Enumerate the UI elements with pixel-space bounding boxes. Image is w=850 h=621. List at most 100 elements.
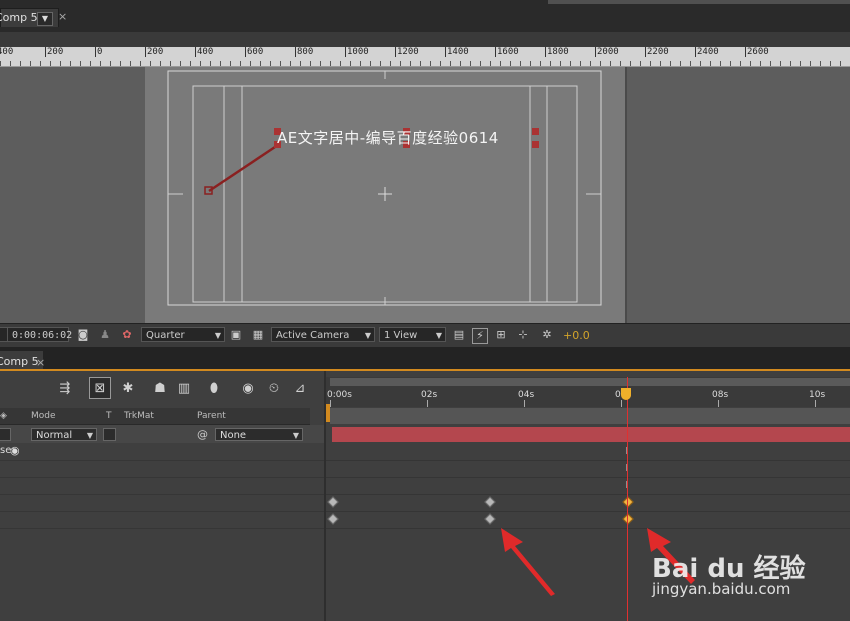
rgb-channels-icon[interactable]: ✿	[120, 328, 134, 342]
graph-editor-icon[interactable]: ⊿	[290, 380, 310, 398]
shy-layers-icon[interactable]: ✱	[118, 380, 138, 398]
safe-zones-overlay	[167, 70, 602, 306]
ruler-minor-tick	[830, 61, 831, 66]
frame-blending-icon[interactable]: ▥	[174, 380, 194, 398]
hide-shy-icon[interactable]: ☗	[150, 380, 170, 398]
transparency-grid-icon[interactable]: ▦	[251, 328, 265, 342]
time-navigator[interactable]	[330, 378, 850, 386]
composition-canvas[interactable]: AE文字居中-编导百度经验0614	[145, 67, 625, 323]
view-layout-dropdown[interactable]: 1 View ▼	[379, 327, 446, 342]
ruler-minor-tick	[360, 61, 361, 66]
ruler-minor-tick	[460, 61, 461, 66]
ruler-minor-tick	[500, 61, 501, 66]
fast-previews-icon[interactable]: ⚡	[472, 328, 488, 344]
ruler-tick-label: 800	[295, 47, 314, 57]
motion-blur-icon[interactable]: ⬮	[204, 380, 224, 398]
ruler-minor-tick	[200, 61, 201, 66]
horizontal-ruler[interactable]: 4002000200400600800100012001400160018002…	[0, 47, 850, 67]
ruler-minor-tick	[570, 61, 571, 66]
property-row[interactable]	[0, 477, 324, 495]
parent-column-header[interactable]: Parent	[197, 411, 226, 421]
ruler-minor-tick	[60, 61, 61, 66]
work-area-bar[interactable]	[330, 408, 850, 424]
property-row[interactable]	[0, 511, 324, 529]
property-row[interactable]	[0, 460, 324, 478]
top-tab-bar: Comp 5 ▼ ×	[0, 0, 850, 32]
auto-keyframe-icon[interactable]: ⏲	[264, 380, 284, 398]
blend-mode-label: Normal	[36, 430, 73, 441]
live-update-icon[interactable]: ⇶	[55, 380, 75, 398]
text-layer-content[interactable]: AE文字居中-编导百度经验0614	[277, 127, 547, 147]
viewer-divider	[625, 67, 627, 323]
current-time-indicator[interactable]	[621, 388, 631, 400]
toggle-pixel-aspect-icon[interactable]: ▤	[452, 328, 466, 342]
show-snapshot-icon[interactable]: ♟	[98, 328, 112, 342]
timeline-tab-bar: Comp 5 ×	[0, 347, 850, 371]
exposure-reset-icon[interactable]: ✲	[540, 328, 554, 342]
parent-dropdown[interactable]: None ▼	[215, 428, 303, 441]
ruler-minor-tick	[430, 61, 431, 66]
time-label: 08s	[712, 390, 729, 400]
layer-cube-icon: ◈	[0, 411, 7, 421]
layer-label-swatch[interactable]	[0, 428, 11, 441]
mode-column-header[interactable]: Mode	[31, 411, 56, 421]
timeline-property-track[interactable]	[326, 460, 850, 478]
ruler-tick-label: 1400	[445, 47, 469, 57]
timeline-property-track[interactable]	[326, 494, 850, 512]
ruler-minor-tick	[690, 61, 691, 66]
camera-view-dropdown[interactable]: Active Camera ▼	[271, 327, 375, 342]
blend-mode-dropdown[interactable]: Normal ▼	[31, 428, 97, 441]
close-tab-icon[interactable]: ×	[36, 356, 45, 369]
composition-viewer[interactable]: AE文字居中-编导百度经验0614	[0, 67, 850, 323]
current-time-display[interactable]: 0:00:06:02	[7, 327, 72, 342]
ruler-minor-tick	[80, 61, 81, 66]
snapshot-icon[interactable]: ◙	[76, 328, 90, 342]
ruler-minor-tick	[30, 61, 31, 66]
ruler-minor-tick	[110, 61, 111, 66]
composition-dropdown-icon[interactable]: ▼	[37, 12, 53, 26]
t-column-header[interactable]: T	[106, 411, 112, 421]
ruler-tick-label: 1600	[495, 47, 519, 57]
preserve-transparency-checkbox[interactable]	[103, 428, 116, 441]
resolution-dropdown[interactable]: Quarter ▼	[141, 327, 225, 342]
ruler-tick-label: 200	[145, 47, 164, 57]
timeline-property-track[interactable]	[326, 443, 850, 461]
play-circle-icon[interactable]: ◉	[10, 444, 20, 457]
panel-divider	[548, 0, 850, 4]
property-row[interactable]: se: ◉	[0, 443, 324, 461]
trkmat-column-header[interactable]: TrkMat	[124, 411, 154, 421]
layer-duration-bar[interactable]	[332, 427, 850, 442]
property-row[interactable]	[0, 494, 324, 512]
close-tab-icon[interactable]: ×	[58, 10, 67, 23]
ruler-minor-tick	[370, 61, 371, 66]
time-label: 10s	[809, 390, 826, 400]
ruler-tick-label: 1200	[395, 47, 419, 57]
ruler-minor-tick	[20, 61, 21, 66]
ruler-tick-label: 2400	[695, 47, 719, 57]
ruler-minor-tick	[0, 61, 1, 66]
ruler-minor-tick	[180, 61, 181, 66]
ruler-minor-tick	[490, 61, 491, 66]
timeline-tab[interactable]: Comp 5 ×	[0, 351, 45, 371]
pickwhip-icon[interactable]: @	[197, 428, 208, 441]
ruler-minor-tick	[620, 61, 621, 66]
ruler-minor-tick	[280, 61, 281, 66]
timeline-icon[interactable]: ⊞	[494, 328, 508, 342]
ruler-minor-tick	[320, 61, 321, 66]
ruler-minor-tick	[140, 61, 141, 66]
draft-3d-icon[interactable]: ⊠	[90, 380, 110, 398]
work-area-start-handle[interactable]	[326, 404, 330, 422]
composition-tab[interactable]: Comp 5 ▼	[0, 8, 59, 27]
region-of-interest-icon[interactable]: ▣	[229, 328, 243, 342]
exposure-value[interactable]: +0.0	[563, 329, 590, 342]
flowchart-icon[interactable]: ⊹	[516, 328, 530, 342]
ruler-minor-tick	[10, 61, 11, 66]
layer-row[interactable]: Normal ▼ @ None ▼	[0, 425, 324, 443]
ruler-minor-tick	[40, 61, 41, 66]
watermark-url: jingyan.baidu.com	[652, 580, 791, 598]
timeline-property-track[interactable]	[326, 477, 850, 495]
brainstorm-icon[interactable]: ◉	[238, 380, 258, 398]
ruler-minor-tick	[710, 61, 711, 66]
time-label: 04s	[518, 390, 535, 400]
ruler-minor-tick	[520, 61, 521, 66]
